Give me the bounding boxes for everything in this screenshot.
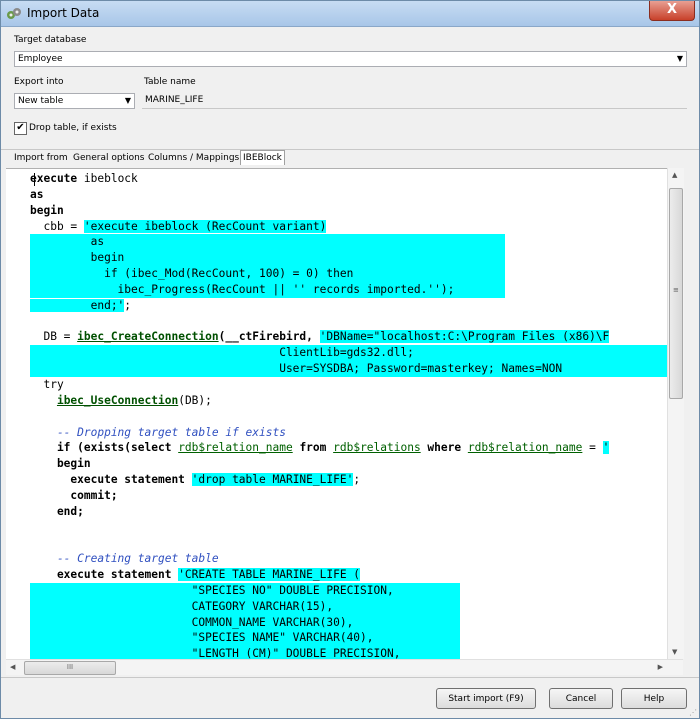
code-string: 'DBName="localhost:C:\Program Files (x86… — [319, 330, 610, 344]
start-import-button[interactable]: Start import (F9) — [436, 688, 536, 709]
tab-ibeblock[interactable]: IBEBlock — [240, 150, 285, 165]
code-line: begin — [30, 203, 64, 217]
code-line: end; — [30, 504, 84, 518]
window-title: Import Data — [27, 6, 100, 20]
code-string: 'drop table MARINE_LIFE' — [191, 473, 354, 487]
code-string: ClientLib=gds32.dll; — [30, 345, 667, 362]
code-line: commit; — [30, 488, 118, 502]
code-token: = — [582, 441, 603, 455]
code-string: ' — [602, 441, 610, 455]
export-into-value: New table — [18, 96, 64, 106]
code-token: DB = — [30, 330, 78, 344]
code-function: ibec_UseConnection — [56, 393, 179, 407]
code-function: ibec_CreateConnection — [77, 330, 219, 344]
code-string: "SPECIES NO" DOUBLE PRECISION, — [30, 582, 460, 599]
chevron-down-icon[interactable]: ▼ — [125, 94, 131, 108]
code-content[interactable]: execute ibeblock as begin cbb = 'execute… — [6, 169, 667, 660]
export-into-label: Export into — [14, 77, 64, 87]
import-app-icon — [7, 8, 21, 19]
button-bar: Start import (F9) Cancel Help ⋰ — [1, 677, 699, 719]
scroll-right-icon[interactable]: ▶ — [658, 663, 663, 671]
drop-table-checkbox[interactable]: ✔ — [14, 122, 27, 135]
text-caret — [34, 173, 35, 186]
tab-columns-mappings[interactable]: Columns / Mappings — [148, 153, 239, 163]
scroll-left-icon[interactable]: ◀ — [10, 663, 15, 671]
table-name-label: Table name — [144, 77, 196, 87]
code-identifier: rdb$relation_name — [178, 441, 293, 455]
help-button[interactable]: Help — [621, 688, 687, 709]
code-comment: -- Creating target table — [30, 552, 219, 566]
table-name-value: MARINE_LIFE — [145, 95, 204, 105]
code-string: as — [30, 234, 505, 251]
code-line: as — [30, 187, 44, 201]
scroll-down-icon[interactable]: ▼ — [672, 648, 677, 656]
target-database-value: Employee — [18, 54, 63, 64]
code-token: where — [420, 441, 468, 455]
code-token: (__ctFirebird, — [218, 330, 320, 344]
export-into-select[interactable]: New table ▼ — [14, 93, 135, 109]
tab-import-from[interactable]: Import from — [14, 153, 68, 163]
horizontal-scroll-thumb[interactable]: III — [24, 661, 116, 675]
code-token: ; — [353, 473, 361, 487]
target-database-select[interactable]: Employee ▼ — [14, 51, 687, 67]
cancel-button[interactable]: Cancel — [549, 688, 613, 709]
code-string: "LENGTH (CM)" DOUBLE PRECISION, — [30, 646, 460, 660]
code-string: "SPECIES NAME" VARCHAR(40), — [30, 630, 460, 647]
vertical-scroll-thumb[interactable]: ≡ — [669, 188, 683, 399]
size-grip-icon[interactable]: ⋰ — [689, 708, 697, 717]
drop-table-label: Drop table, if exists — [29, 123, 117, 133]
table-name-input[interactable]: MARINE_LIFE — [142, 93, 687, 109]
chevron-down-icon[interactable]: ▼ — [677, 52, 683, 66]
code-string: if (ibec_Mod(RecCount, 100) = 0) then — [30, 266, 505, 282]
code-string: CATEGORY VARCHAR(15), — [30, 598, 460, 615]
code-line: try — [30, 377, 64, 391]
code-token: execute statement — [30, 568, 179, 582]
horizontal-scrollbar[interactable]: ◀ III ▶ — [6, 659, 683, 675]
target-database-label: Target database — [14, 35, 87, 45]
code-string: COMMON_NAME VARCHAR(30), — [30, 614, 460, 631]
code-token: execute — [30, 172, 78, 185]
code-line: begin — [30, 457, 91, 471]
code-string: 'execute ibeblock (RecCount variant) — [83, 219, 327, 233]
vertical-scrollbar[interactable]: ▲ ≡ ▼ — [667, 168, 684, 659]
tab-general-options[interactable]: General options — [73, 153, 144, 163]
code-token: from — [292, 441, 334, 455]
code-token: cbb = — [30, 219, 84, 233]
code-identifier: rdb$relation_name — [467, 441, 583, 455]
grip-icon: ≡ — [673, 286, 679, 294]
code-token: (DB); — [178, 393, 212, 407]
code-comment: -- Dropping target table if exists — [30, 425, 286, 439]
code-string: begin — [30, 250, 505, 267]
scroll-up-icon[interactable]: ▲ — [672, 171, 677, 179]
tab-strip: Import from General options Columns / Ma… — [1, 149, 699, 169]
code-token: ; — [124, 298, 132, 312]
code-token: execute statement — [30, 473, 192, 487]
code-string: User=SYSDBA; Password=masterkey; Names=N… — [30, 361, 667, 377]
code-token: if (exists(select — [30, 441, 179, 455]
code-identifier: rdb$relations — [333, 441, 421, 455]
title-bar[interactable]: Import Data X — [1, 1, 699, 27]
code-editor[interactable]: execute ibeblock as begin cbb = 'execute… — [6, 168, 667, 660]
code-string: 'CREATE TABLE MARINE_LIFE ( — [178, 568, 361, 582]
code-string: ibec_Progress(RecCount || '' records imp… — [30, 281, 505, 298]
import-data-window: Import Data X Target database Employee ▼… — [0, 0, 700, 719]
close-button[interactable]: X — [649, 1, 695, 21]
code-string: end;' — [30, 298, 125, 312]
code-token: ibeblock — [77, 172, 138, 185]
editor-gutter — [6, 169, 26, 660]
